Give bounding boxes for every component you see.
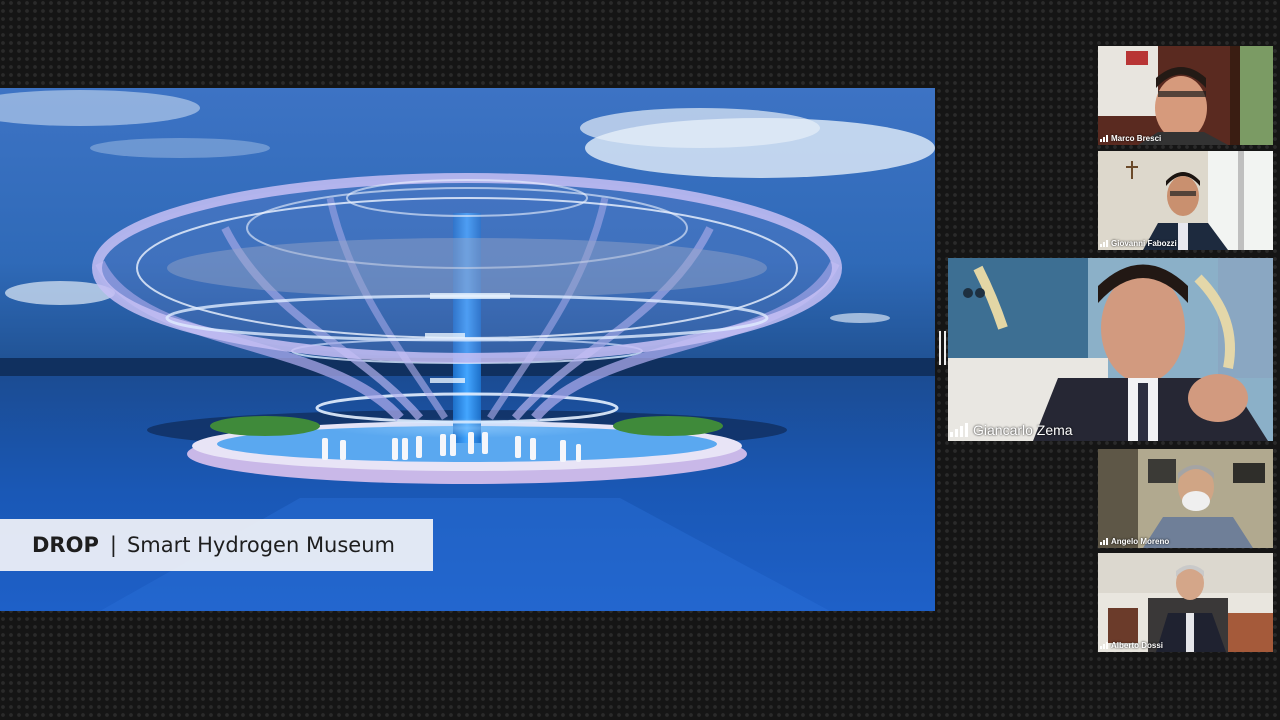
slide-caption: DROP | Smart Hydrogen Museum xyxy=(0,519,433,571)
participant-namebar: Marco Bresci xyxy=(1100,134,1161,143)
participant-tile-giancarlo-zema[interactable]: Giancarlo Zema xyxy=(948,258,1273,441)
signal-strength-icon xyxy=(950,423,968,437)
signal-strength-icon xyxy=(1100,135,1108,142)
signal-strength-icon xyxy=(1100,538,1108,545)
participant-namebar: Giovanni Fabozzi xyxy=(1100,239,1177,248)
participant-video xyxy=(1098,151,1273,250)
participant-name: Alberto Dossi xyxy=(1111,641,1164,650)
caption-separator: | xyxy=(109,533,117,557)
participant-namebar: Alberto Dossi xyxy=(1100,641,1163,650)
participant-tile-angelo-moreno[interactable]: Angelo Moreno xyxy=(1098,449,1273,548)
signal-strength-icon xyxy=(1100,642,1108,649)
caption-project-name: DROP xyxy=(32,533,99,557)
participant-tile-alberto-dossi[interactable]: Alberto Dossi xyxy=(1098,553,1273,652)
participant-video xyxy=(1098,46,1273,145)
participant-tile-giovanni-fabozzi[interactable]: Giovanni Fabozzi xyxy=(1098,151,1273,250)
participant-video xyxy=(948,258,1273,441)
participant-tile-marco-bresci[interactable]: Marco Bresci xyxy=(1098,46,1273,145)
participant-name: Giancarlo Zema xyxy=(973,422,1073,438)
resize-splitter-handle[interactable] xyxy=(939,331,946,365)
participant-name: Giovanni Fabozzi xyxy=(1111,239,1177,248)
participant-name: Angelo Moreno xyxy=(1111,537,1170,546)
participant-video xyxy=(1098,553,1273,652)
participant-name: Marco Bresci xyxy=(1111,134,1162,143)
participant-namebar: Angelo Moreno xyxy=(1100,537,1169,546)
signal-strength-icon xyxy=(1100,240,1108,247)
participant-video xyxy=(1098,449,1273,548)
caption-subtitle: Smart Hydrogen Museum xyxy=(126,533,395,557)
shared-screen[interactable]: DROP | Smart Hydrogen Museum xyxy=(0,88,935,611)
participant-namebar: Giancarlo Zema xyxy=(950,422,1073,438)
